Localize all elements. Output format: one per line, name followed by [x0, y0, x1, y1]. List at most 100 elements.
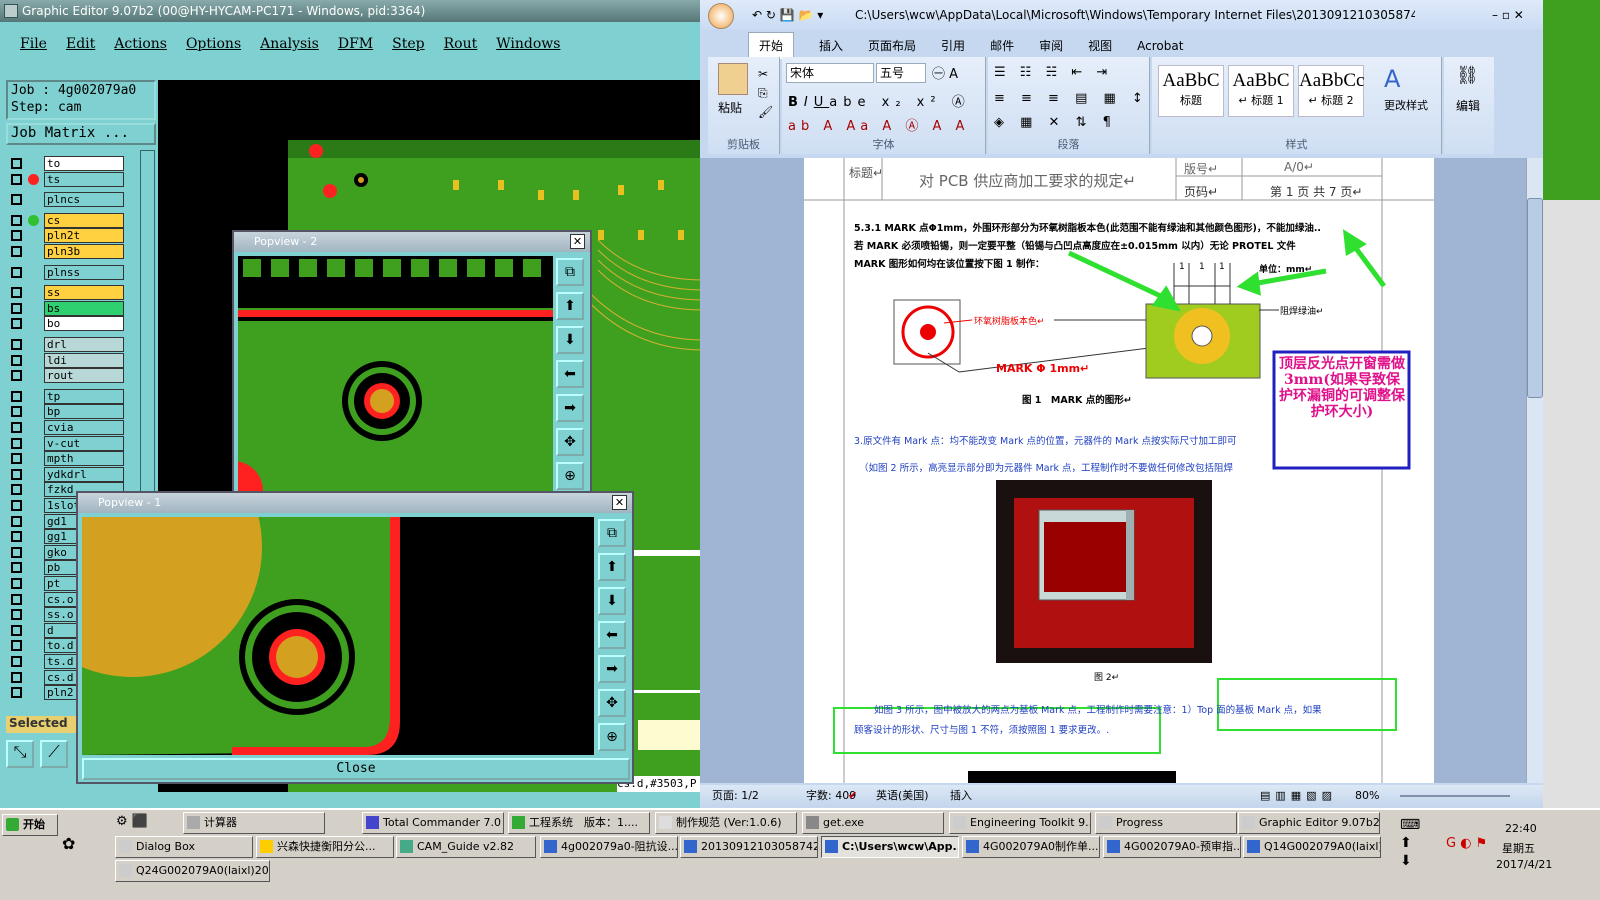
taskbar-total-commander[interactable]: Total Commander 7.0 ...: [362, 812, 504, 834]
zoom-slider[interactable]: [1400, 795, 1510, 797]
layer-name[interactable]: bp: [44, 404, 124, 420]
layer-name[interactable]: ydkdrl: [44, 466, 124, 482]
status-insert[interactable]: 插入: [950, 785, 972, 807]
layer-checkbox[interactable]: [11, 318, 22, 330]
layer-checkbox[interactable]: [11, 453, 22, 465]
font-name-select[interactable]: 宋体: [786, 63, 874, 83]
undo-icon[interactable]: ↶ ↻ 💾 📂 ▾: [752, 0, 823, 30]
layer-row[interactable]: ydkdrl: [6, 466, 128, 482]
layer-row[interactable]: ldi: [6, 352, 128, 368]
taskbar-progress[interactable]: Progress: [1095, 812, 1237, 834]
office-button[interactable]: [708, 3, 734, 29]
taskbar-impedance[interactable]: 4g002079a0-阻抗设...: [540, 836, 678, 858]
layer-checkbox[interactable]: [11, 468, 22, 480]
layer-name[interactable]: to: [44, 156, 124, 171]
paste-icon[interactable]: [718, 63, 748, 95]
layer-row[interactable]: pln2t: [6, 228, 128, 244]
vertical-scrollbar[interactable]: [1526, 158, 1543, 783]
layer-name[interactable]: ss: [44, 285, 124, 301]
layer-name[interactable]: v-cut: [44, 435, 124, 451]
color-icons[interactable]: ab A Aa A Ⓐ A A: [788, 115, 969, 134]
layer-name[interactable]: bo: [44, 316, 124, 332]
taskbar-dialog-box[interactable]: Dialog Box: [115, 836, 253, 858]
layer-checkbox[interactable]: [11, 302, 22, 314]
layer-row[interactable]: drl: [6, 337, 128, 352]
close-icon[interactable]: ✕: [612, 495, 627, 510]
layer-checkbox[interactable]: [11, 158, 22, 169]
zoom-out-icon[interactable]: ⊕: [598, 723, 626, 751]
layer-checkbox[interactable]: [11, 515, 22, 527]
layer-checkbox[interactable]: [11, 422, 22, 433]
zoom-in-icon[interactable]: ✥: [556, 428, 584, 456]
edit-label[interactable]: 编辑: [1456, 97, 1480, 114]
layer-row[interactable]: tp: [6, 388, 128, 404]
taskbar-production-sheet[interactable]: 4G002079A0制作单...: [962, 836, 1100, 858]
layer-row[interactable]: v-cut: [6, 435, 128, 451]
zoom-out-icon[interactable]: ⊕: [556, 462, 584, 490]
layer-row[interactable]: bp: [6, 404, 128, 420]
font-size-icons[interactable]: ㊀ A: [932, 63, 958, 82]
layer-row[interactable]: plnss: [6, 264, 128, 280]
quick-launch-icons[interactable]: ⚙ ⬛: [116, 814, 176, 834]
tab-layout[interactable]: 页面布局: [868, 35, 916, 57]
zoom-box-icon[interactable]: ⤡: [6, 740, 34, 768]
layer-row[interactable]: to: [6, 156, 128, 171]
layer-row[interactable]: pln3b: [6, 244, 128, 259]
document-page[interactable]: 标题↵ 对 PCB 供应商加工要求的规定↵ 版号↵ A/0↵ 页码↵ 第 1 页…: [804, 158, 1434, 783]
pan-left-icon[interactable]: ⬅: [556, 360, 584, 388]
menu-dfm[interactable]: DFM: [338, 36, 373, 52]
taskbar-graphic-editor[interactable]: Graphic Editor 9.07b2 ...: [1238, 812, 1380, 834]
cut-copy-icons[interactable]: ✂ ⎘ 🖌: [758, 65, 773, 122]
job-matrix-button[interactable]: Job Matrix ...: [6, 123, 156, 145]
layer-checkbox[interactable]: [11, 266, 22, 278]
layer-checkbox[interactable]: [11, 246, 22, 257]
layer-checkbox[interactable]: [11, 173, 22, 185]
taskbar-q2[interactable]: Q24G002079A0(laixl)201...: [115, 860, 270, 882]
taskbar-engineering-system[interactable]: 工程系统 版本：1....: [508, 812, 650, 834]
layer-name[interactable]: ts: [44, 171, 124, 187]
layer-row[interactable]: rout: [6, 368, 128, 384]
layer-name[interactable]: pln2t: [44, 228, 124, 244]
menu-edit[interactable]: Edit: [66, 36, 95, 52]
layer-row[interactable]: mpth: [6, 451, 128, 467]
tab-insert[interactable]: 插入: [819, 35, 843, 57]
pan-down-icon[interactable]: ⬇: [598, 587, 626, 615]
style-heading-2[interactable]: AaBbCc ↵ 标题 2: [1298, 65, 1364, 117]
layer-name[interactable]: plncs: [44, 192, 124, 208]
change-styles-icon[interactable]: A: [1384, 65, 1400, 93]
layer-checkbox[interactable]: [11, 546, 22, 558]
layer-row[interactable]: bs: [6, 300, 128, 316]
layer-checkbox[interactable]: [11, 287, 22, 299]
taskbar-engineering-toolkit[interactable]: Engineering Toolkit 9....: [949, 812, 1091, 834]
layer-checkbox[interactable]: [11, 370, 22, 382]
tab-mailings[interactable]: 邮件: [990, 35, 1014, 57]
layer-checkbox[interactable]: [11, 562, 22, 574]
layer-checkbox[interactable]: [11, 624, 22, 636]
layer-checkbox[interactable]: [11, 230, 22, 242]
taskbar-rtf-doc[interactable]: 20130912103058742...: [680, 836, 818, 858]
layer-name[interactable]: cvia: [44, 420, 124, 435]
layer-name[interactable]: mpth: [44, 451, 124, 467]
tab-home[interactable]: 开始: [748, 32, 795, 59]
layer-row[interactable]: cs: [6, 212, 128, 228]
style-title[interactable]: AaBbC 标题: [1158, 65, 1224, 117]
tab-review[interactable]: 审阅: [1039, 35, 1063, 57]
pan-left-icon[interactable]: ⬅: [598, 621, 626, 649]
layer-checkbox[interactable]: [11, 406, 22, 418]
pan-down-icon[interactable]: ⬇: [556, 326, 584, 354]
layer-checkbox[interactable]: [11, 339, 22, 350]
pan-right-icon[interactable]: ➡: [556, 394, 584, 422]
popview-1-canvas[interactable]: [82, 517, 594, 755]
taskbar-get-exe[interactable]: get.exe: [802, 812, 944, 834]
layer-name[interactable]: cs: [44, 212, 124, 228]
taskbar-xingsen[interactable]: 兴森快捷衡阳分公...: [256, 836, 394, 858]
align-icons[interactable]: ≡ ≡ ≡ ▤ ▦ ↕: [994, 91, 1149, 106]
layer-checkbox[interactable]: [11, 531, 22, 543]
zoom-in-icon[interactable]: ✥: [598, 689, 626, 717]
tab-view[interactable]: 视图: [1088, 35, 1112, 57]
taskbar-explorer[interactable]: C:\Users\wcw\App...: [821, 836, 959, 858]
layer-name[interactable]: ldi: [44, 352, 124, 368]
layer-name[interactable]: rout: [44, 368, 124, 384]
clock-time[interactable]: 22:40: [1505, 822, 1537, 835]
tray-icons[interactable]: ⌨ ⬆ ⬇: [1400, 816, 1440, 876]
